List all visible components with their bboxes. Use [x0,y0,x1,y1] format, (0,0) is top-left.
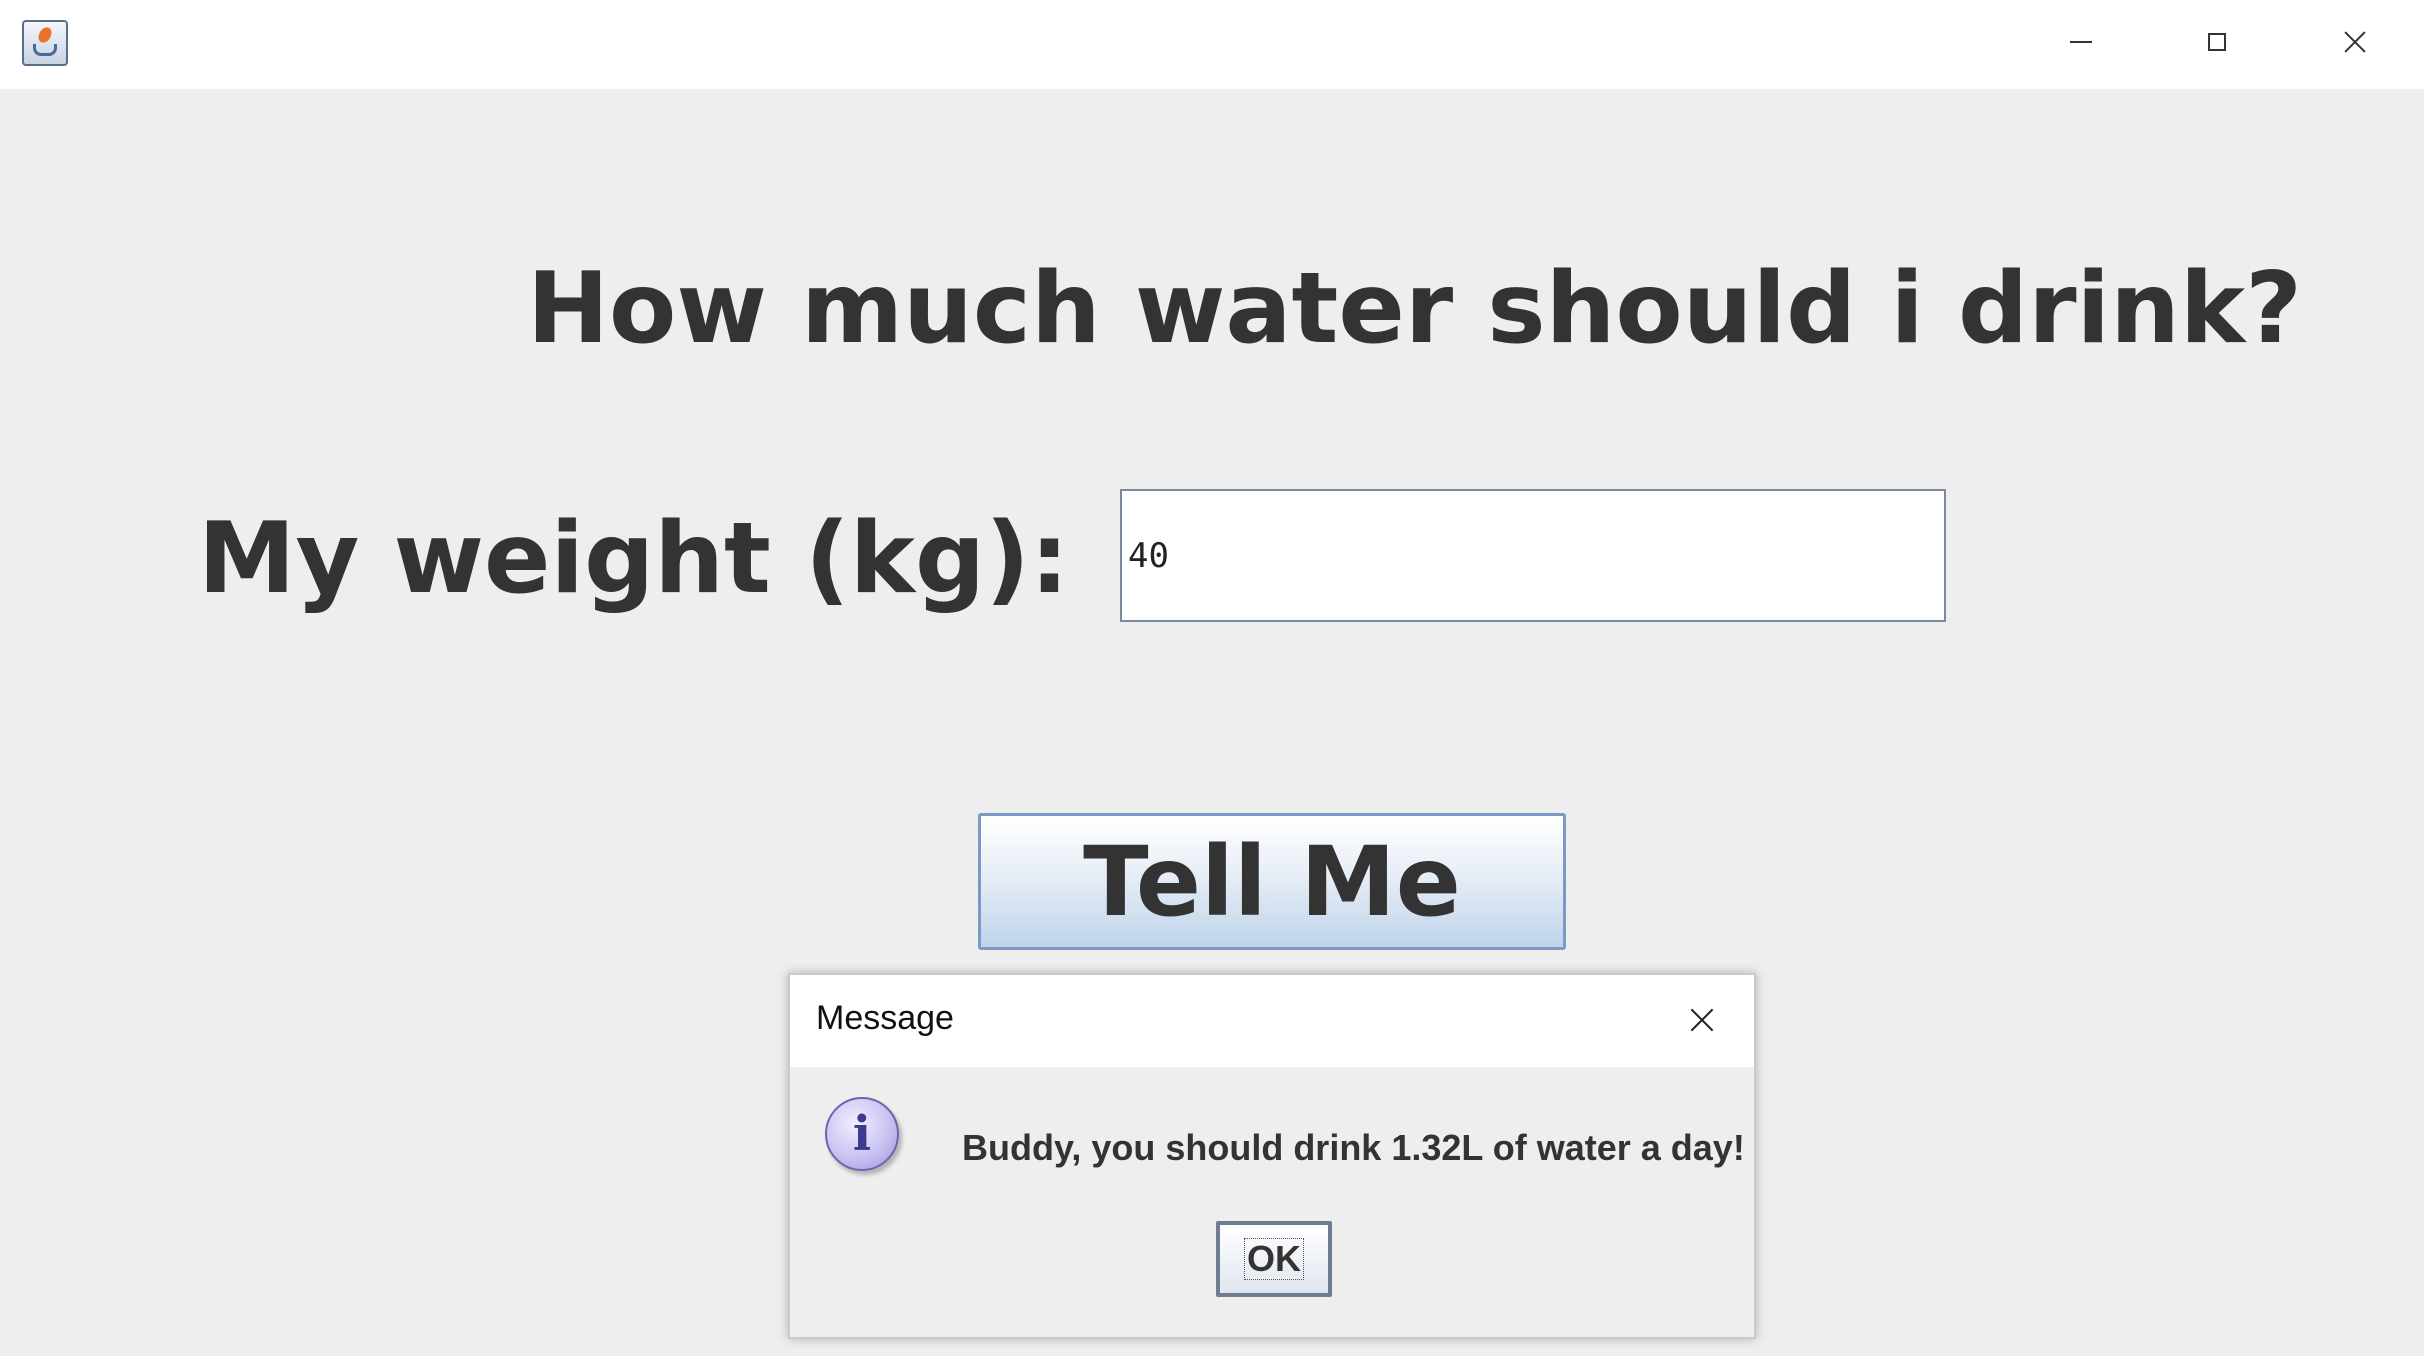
message-dialog: Message i Buddy, you should drink 1.32L … [788,973,1756,1339]
dialog-message: Buddy, you should drink 1.32L of water a… [962,1127,1745,1168]
ok-button-label: OK [1244,1238,1304,1280]
weight-label: My weight (kg): [198,502,1070,616]
dialog-titlebar[interactable]: Message [790,975,1754,1067]
close-window-button[interactable] [2286,0,2424,84]
maximize-icon [2208,33,2226,51]
page-title: How much water should i drink? [527,252,2302,366]
minimize-icon [2070,41,2092,43]
close-icon [2344,31,2366,53]
weight-input[interactable] [1120,489,1946,622]
maximize-button[interactable] [2148,0,2286,84]
dialog-close-icon[interactable] [1680,999,1724,1043]
tell-me-button[interactable]: Tell Me [978,813,1566,950]
info-icon: i [825,1097,899,1171]
java-cup-icon[interactable] [22,20,68,66]
window-titlebar[interactable] [0,0,2424,89]
minimize-button[interactable] [2012,0,2150,84]
ok-button[interactable]: OK [1216,1221,1332,1297]
app-window: How much water should i drink? My weight… [0,0,2424,1356]
dialog-title: Message [816,999,954,1037]
